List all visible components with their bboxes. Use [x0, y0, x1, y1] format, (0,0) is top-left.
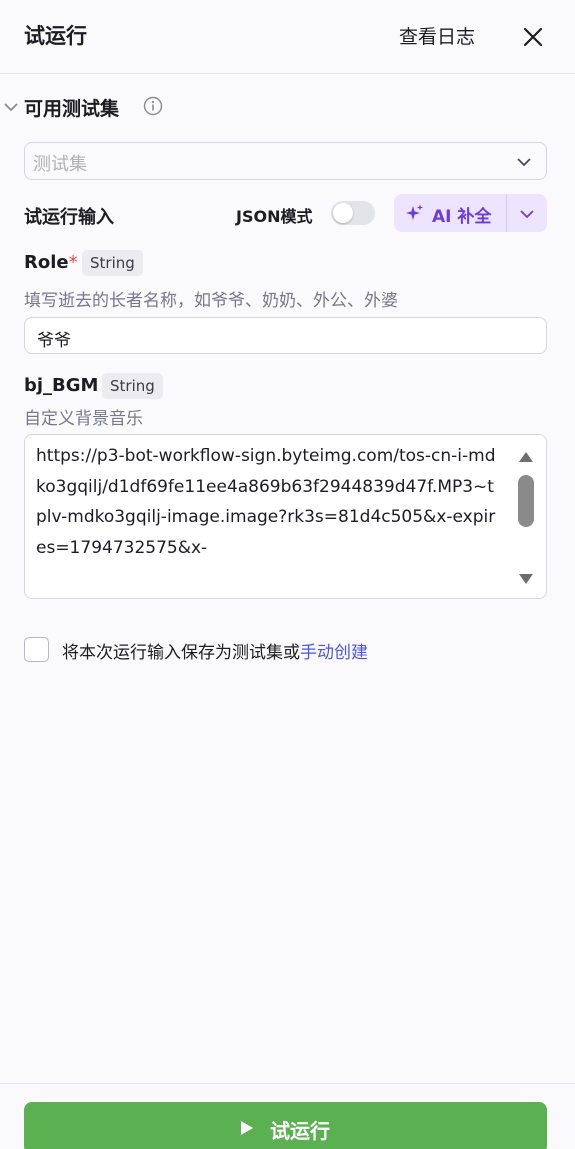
panel-title: 试运行 — [24, 24, 87, 48]
run-button[interactable]: 试运行 — [24, 1102, 547, 1149]
role-input[interactable]: 爷爷 — [24, 317, 547, 354]
type-tag-bj-bgm: String — [102, 373, 163, 399]
scrollbar-thumb[interactable] — [518, 475, 534, 527]
required-mark: * — [68, 252, 78, 273]
close-icon — [523, 27, 543, 47]
ai-fill-button[interactable]: AI 补全 — [394, 194, 507, 232]
test-set-title: 可用测试集 — [24, 98, 120, 120]
test-set-select[interactable]: 测试集 — [24, 142, 547, 180]
field-desc-bj-bgm: 自定义背景音乐 — [24, 409, 143, 429]
save-as-test-set-text: 将本次运行输入保存为测试集或 — [62, 643, 300, 663]
ai-fill-dropdown-button[interactable] — [508, 194, 547, 232]
field-name-bj-bgm: bj_BGM — [24, 375, 99, 396]
save-as-test-set-label: 将本次运行输入保存为测试集或手动创建 — [62, 638, 368, 663]
ai-fill-button-group: AI 补全 — [394, 194, 547, 232]
run-button-label: 试运行 — [270, 1119, 330, 1143]
play-icon — [241, 1121, 253, 1135]
json-mode-label: JSON模式 — [236, 207, 313, 226]
save-as-test-set-checkbox[interactable] — [24, 637, 49, 662]
test-set-placeholder: 测试集 — [33, 154, 87, 175]
chevron-down-icon — [517, 158, 531, 167]
ai-fill-label: AI 补全 — [432, 207, 492, 227]
toggle-knob — [333, 203, 353, 223]
manual-create-link[interactable]: 手动创建 — [300, 643, 368, 663]
type-tag-role: String — [82, 250, 143, 276]
json-mode-toggle[interactable] — [331, 201, 375, 225]
bj-bgm-value: https://p3-bot-workflow-sign.byteimg.com… — [36, 446, 496, 558]
view-log-button[interactable]: 查看日志 — [399, 22, 475, 49]
run-input-label: 试运行输入 — [24, 207, 114, 228]
chevron-down-icon[interactable] — [4, 100, 18, 114]
close-button[interactable] — [518, 22, 548, 52]
field-desc-role: 填写逝去的长者名称，如爷爷、奶奶、外公、外婆 — [24, 291, 398, 311]
field-name-role: Role* — [24, 252, 78, 273]
panel-header: 试运行 查看日志 — [0, 0, 575, 74]
chevron-down-icon — [520, 210, 534, 219]
sparkle-icon — [406, 204, 423, 220]
scroll-up-arrow-icon[interactable] — [518, 451, 534, 463]
scroll-down-arrow-icon[interactable] — [518, 573, 534, 585]
bj-bgm-textarea[interactable]: https://p3-bot-workflow-sign.byteimg.com… — [24, 434, 547, 599]
field-name-role-text: Role — [24, 252, 69, 273]
role-input-value: 爷爷 — [37, 331, 71, 351]
info-icon[interactable] — [143, 96, 163, 116]
footer-divider — [0, 1083, 575, 1084]
test-set-section-header[interactable]: 可用测试集 — [0, 92, 300, 122]
